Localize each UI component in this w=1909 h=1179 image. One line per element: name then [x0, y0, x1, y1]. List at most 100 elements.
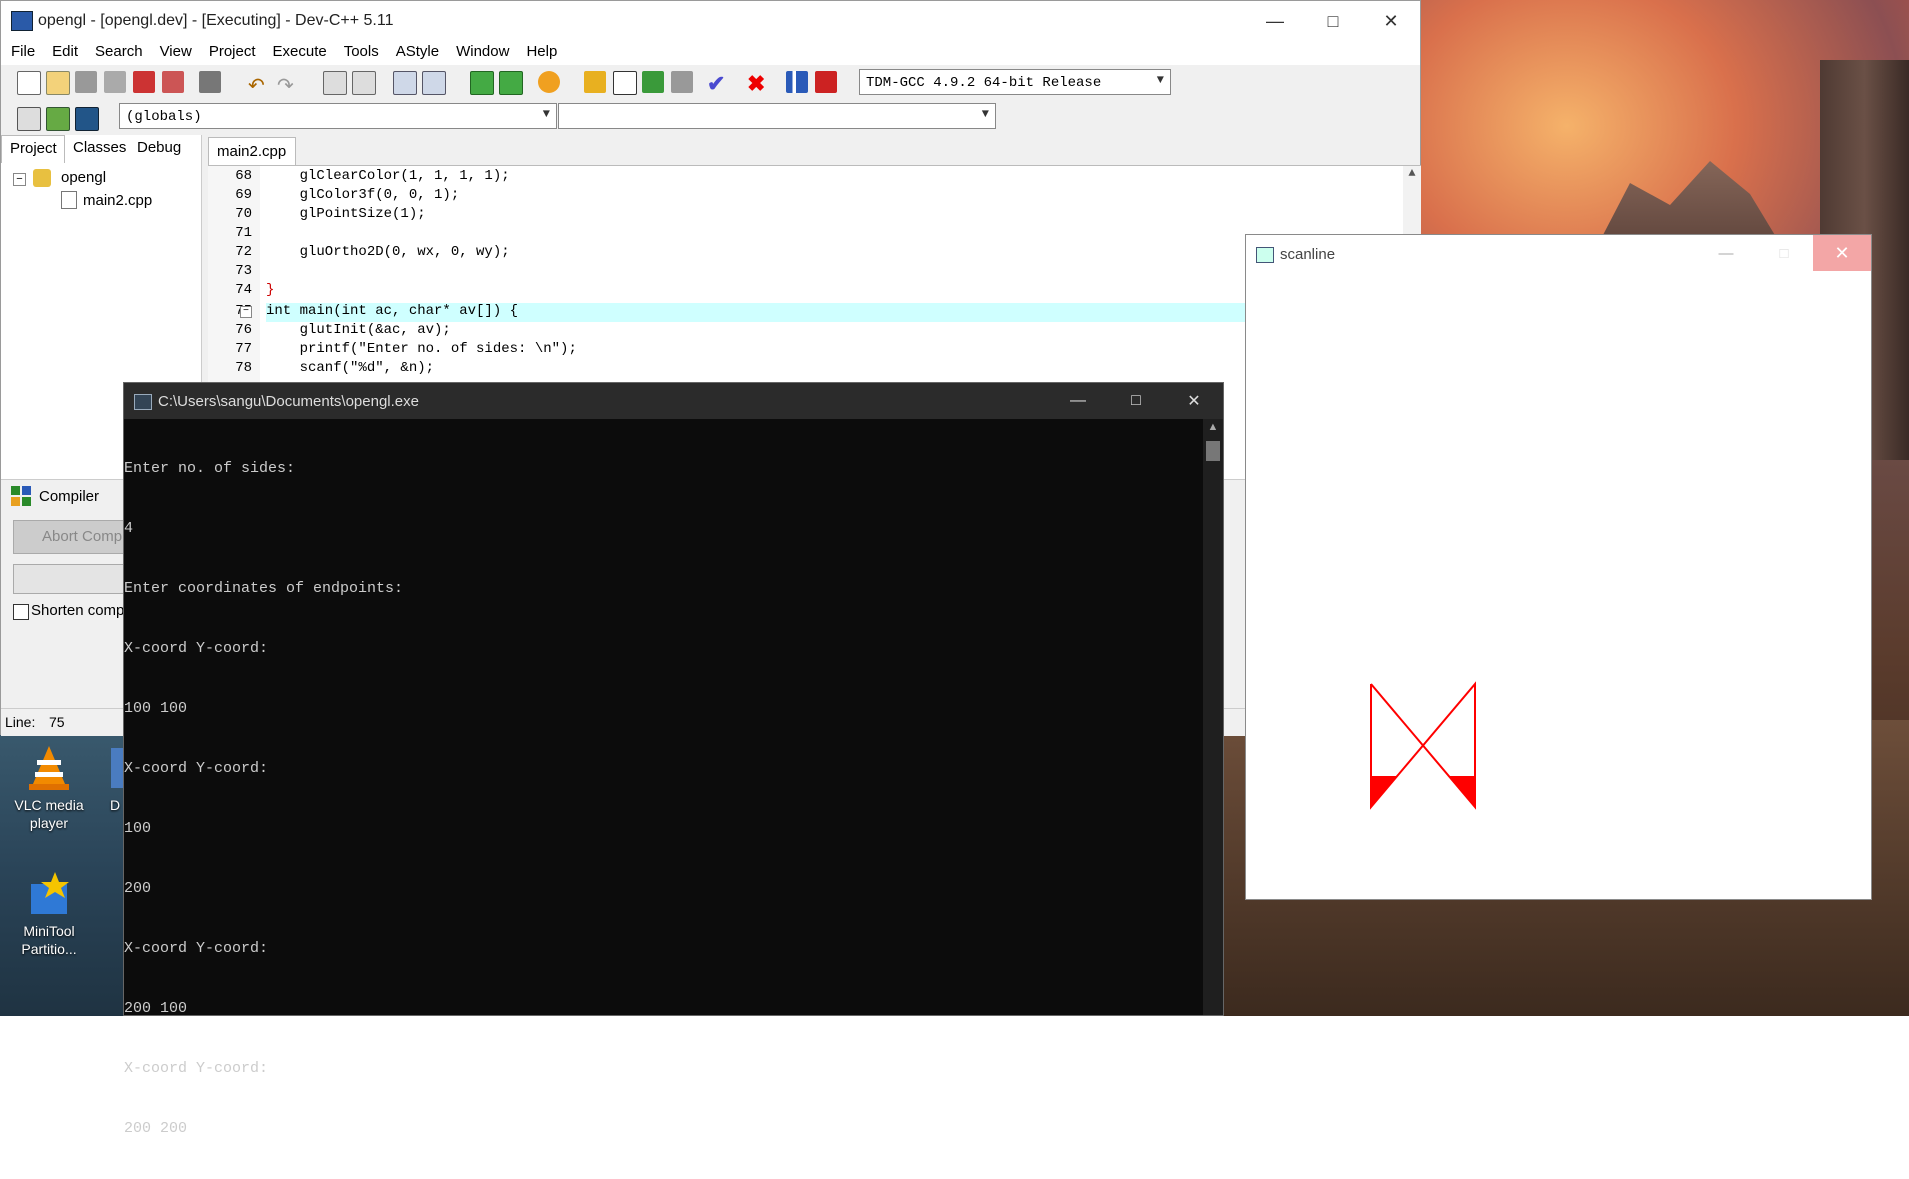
- chevron-up-icon[interactable]: ▲: [1403, 166, 1421, 180]
- maximize-button[interactable]: □: [1304, 1, 1362, 41]
- code-line: glColor3f(0, 0, 1);: [266, 187, 460, 203]
- syntax-check-icon[interactable]: ✔: [707, 71, 729, 96]
- replace-icon[interactable]: [352, 71, 376, 95]
- scanline-titlebar[interactable]: scanline — □ ✕: [1246, 235, 1871, 271]
- bookmark-icon[interactable]: [75, 107, 99, 131]
- save-all-icon[interactable]: [104, 71, 126, 93]
- console-title: C:\Users\sangu\Documents\opengl.exe: [158, 393, 419, 410]
- project-options-icon[interactable]: [538, 71, 560, 93]
- minimize-button[interactable]: —: [1049, 383, 1107, 419]
- tab-classes[interactable]: Classes: [65, 135, 129, 163]
- close-button[interactable]: ✕: [1362, 1, 1420, 41]
- redo-icon[interactable]: ↷: [277, 73, 299, 97]
- line-number: 68: [235, 168, 252, 184]
- open-file-icon[interactable]: [46, 71, 70, 95]
- rebuild-all-icon[interactable]: [671, 71, 693, 93]
- menu-help[interactable]: Help: [516, 41, 564, 60]
- tab-debug[interactable]: Debug: [129, 135, 193, 163]
- collapse-icon[interactable]: −: [13, 173, 26, 186]
- devcpp-app-icon: [11, 11, 33, 31]
- indent-icon[interactable]: [393, 71, 417, 95]
- console-line: X-coord Y-coord:: [124, 1060, 269, 1077]
- save-icon[interactable]: [75, 71, 97, 93]
- profile-icon[interactable]: [786, 71, 808, 93]
- tree-file[interactable]: main2.cpp: [83, 192, 203, 209]
- line-number: 69: [235, 187, 252, 203]
- console-line: X-coord Y-coord:: [124, 640, 269, 657]
- console-output[interactable]: Enter no. of sides: 4 Enter coordinates …: [124, 419, 1203, 1137]
- menubar: File Edit Search View Project Execute Tools ASt…: [1, 41, 1420, 65]
- menu-project[interactable]: Project: [199, 41, 263, 60]
- undo-icon[interactable]: ↶: [248, 73, 270, 97]
- scope-select[interactable]: (globals) ▼: [119, 103, 557, 129]
- function-select[interactable]: ▼: [558, 103, 996, 129]
- menu-tools[interactable]: Tools: [334, 41, 386, 60]
- compiler-select[interactable]: TDM-GCC 4.9.2 64-bit Release ▼: [859, 69, 1171, 95]
- compile-run-icon[interactable]: [642, 71, 664, 93]
- menu-view[interactable]: View: [150, 41, 199, 60]
- scanline-app-icon: [1256, 247, 1274, 263]
- vlc-icon: [25, 744, 73, 792]
- find-icon[interactable]: [323, 71, 347, 95]
- delete-profile-icon[interactable]: [815, 71, 837, 93]
- minimize-button[interactable]: —: [1246, 1, 1304, 41]
- menu-file[interactable]: File: [1, 41, 42, 60]
- stop-execution-icon[interactable]: ✖: [747, 71, 769, 96]
- devcpp-title: opengl - [opengl.dev] - [Executing] - De…: [38, 12, 394, 29]
- minitool-icon: [25, 870, 73, 918]
- remove-from-project-icon[interactable]: [499, 71, 523, 95]
- devcpp-titlebar[interactable]: opengl - [opengl.dev] - [Executing] - De…: [1, 1, 1420, 41]
- menu-search[interactable]: Search: [85, 41, 150, 60]
- console-titlebar[interactable]: C:\Users\sangu\Documents\opengl.exe — □ …: [124, 383, 1223, 419]
- new-file-icon[interactable]: [17, 71, 41, 95]
- console-line: 200 100: [124, 1000, 188, 1017]
- compiler-icon: [11, 486, 31, 506]
- close-file-icon[interactable]: [133, 71, 155, 93]
- class-browser-icon[interactable]: [17, 107, 41, 131]
- tab-main2-cpp[interactable]: main2.cpp: [208, 137, 296, 165]
- menu-execute[interactable]: Execute: [263, 41, 334, 60]
- close-button[interactable]: ✕: [1165, 383, 1223, 419]
- console-line: 4: [124, 520, 134, 537]
- maximize-button[interactable]: □: [1107, 383, 1165, 419]
- chevron-up-icon[interactable]: ▲: [1203, 419, 1223, 433]
- print-icon[interactable]: [199, 71, 221, 93]
- line-number: 73: [235, 263, 252, 279]
- code-line: }: [266, 282, 275, 298]
- project-icon: [33, 169, 51, 187]
- console-line: X-coord Y-coord:: [124, 940, 269, 957]
- tab-project[interactable]: Project: [1, 135, 65, 163]
- desktop-icon-label: MiniTool Partitio...: [21, 923, 77, 957]
- close-button[interactable]: ✕: [1813, 235, 1871, 271]
- status-line-value: 75: [49, 714, 65, 730]
- desktop-icon-vlc[interactable]: VLC media player: [0, 744, 98, 832]
- compile-icon[interactable]: [584, 71, 606, 93]
- goto-icon[interactable]: [46, 107, 70, 131]
- line-number: 71: [235, 225, 252, 241]
- shorten-checkbox[interactable]: [13, 604, 29, 620]
- menu-window[interactable]: Window: [446, 41, 516, 60]
- maximize-button[interactable]: □: [1755, 235, 1813, 271]
- minimize-button[interactable]: —: [1697, 235, 1755, 271]
- abort-compilation-button[interactable]: Abort Comp: [13, 520, 128, 554]
- console-line: 100: [124, 820, 152, 837]
- console-scrollbar[interactable]: ▲: [1203, 419, 1223, 1015]
- line-number: 72: [235, 244, 252, 260]
- scrollbar-thumb[interactable]: [1206, 441, 1220, 461]
- menu-astyle[interactable]: AStyle: [386, 41, 446, 60]
- tab-compiler[interactable]: Compiler: [39, 488, 99, 505]
- desktop-icon-partial[interactable]: D: [105, 744, 125, 814]
- scanline-title: scanline: [1280, 246, 1336, 263]
- unindent-icon[interactable]: [422, 71, 446, 95]
- console-line: 200: [124, 880, 152, 897]
- menu-edit[interactable]: Edit: [42, 41, 85, 60]
- close-all-icon[interactable]: [162, 71, 184, 93]
- desktop-icon-minitool[interactable]: MiniTool Partitio...: [0, 870, 98, 958]
- line-number: 78: [235, 360, 252, 376]
- status-line-label: Line:: [5, 714, 36, 730]
- chevron-down-icon: ▼: [1156, 73, 1164, 87]
- tree-project[interactable]: opengl: [61, 169, 181, 186]
- run-icon[interactable]: [613, 71, 637, 95]
- fold-icon[interactable]: −: [240, 306, 252, 318]
- add-to-project-icon[interactable]: [470, 71, 494, 95]
